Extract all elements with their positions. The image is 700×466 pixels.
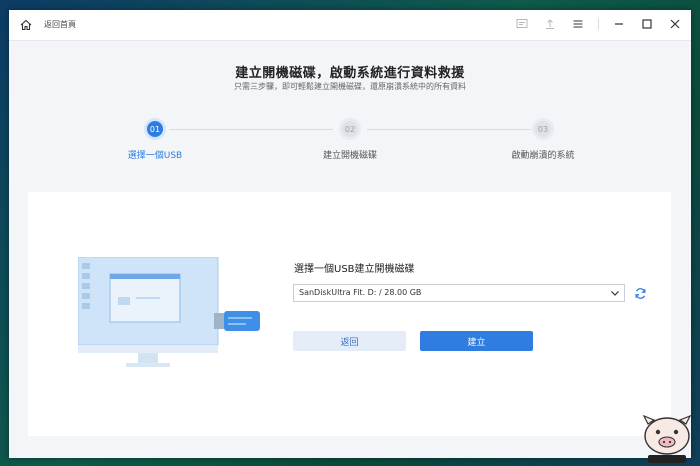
step-number: 01: [147, 121, 163, 137]
usb-dropdown-value: SanDiskUltra Fit. D: / 28.00 GB: [299, 288, 422, 297]
usb-select-label: 選擇一個USB建立開機磁碟: [294, 264, 415, 275]
step-number-badge: 01: [144, 118, 166, 140]
step-3: 03 啟動崩潰的系統: [483, 118, 603, 161]
chevron-down-icon: [611, 291, 619, 296]
step-1: 01 選擇一個USB: [95, 118, 215, 161]
back-button[interactable]: 返回: [293, 331, 406, 351]
step-number: 02: [342, 121, 358, 137]
step-number-badge: 03: [532, 118, 554, 140]
app-window: 返回首頁 建立開機磁碟，啟動系統進行資料救援 只需三步驟，即可輕鬆建立開機磁碟，…: [9, 10, 691, 458]
feedback-icon[interactable]: [514, 16, 530, 32]
main-panel: 選擇一個USB建立開機磁碟 SanDiskUltra Fit. D: / 28.…: [28, 192, 671, 436]
page-subtitle: 只需三步驟，即可輕鬆建立開機磁碟，還原崩潰系統中的所有資料: [234, 82, 466, 91]
step-number-badge: 02: [339, 118, 361, 140]
step-number: 03: [535, 121, 551, 137]
maximize-icon[interactable]: [639, 16, 655, 32]
titlebar: 返回首頁: [9, 10, 691, 41]
menu-icon[interactable]: [570, 16, 586, 32]
usb-dropdown[interactable]: SanDiskUltra Fit. D: / 28.00 GB: [293, 284, 625, 302]
step-2: 02 建立開機磁碟: [290, 118, 410, 161]
step-label: 建立開機磁碟: [322, 151, 377, 161]
refresh-icon[interactable]: [631, 284, 649, 302]
step-label: 選擇一個USB: [127, 151, 183, 161]
back-to-home-link[interactable]: 返回首頁: [44, 19, 76, 30]
minimize-icon[interactable]: [611, 16, 627, 32]
monitor-usb-illustration: [78, 257, 260, 367]
page-title: 建立開機磁碟，啟動系統進行資料救援: [235, 66, 465, 81]
step-progress: 01 選擇一個USB 02 建立開機磁碟 03 啟動崩潰的系統: [9, 118, 691, 168]
window-controls: [514, 16, 683, 32]
create-button[interactable]: 建立: [420, 331, 533, 351]
controls-divider: [598, 18, 599, 30]
home-icon[interactable]: [19, 18, 33, 32]
step-label: 啟動崩潰的系統: [511, 151, 575, 161]
close-icon[interactable]: [667, 16, 683, 32]
upload-icon[interactable]: [542, 16, 558, 32]
pig-mascot-watermark: [642, 414, 692, 463]
